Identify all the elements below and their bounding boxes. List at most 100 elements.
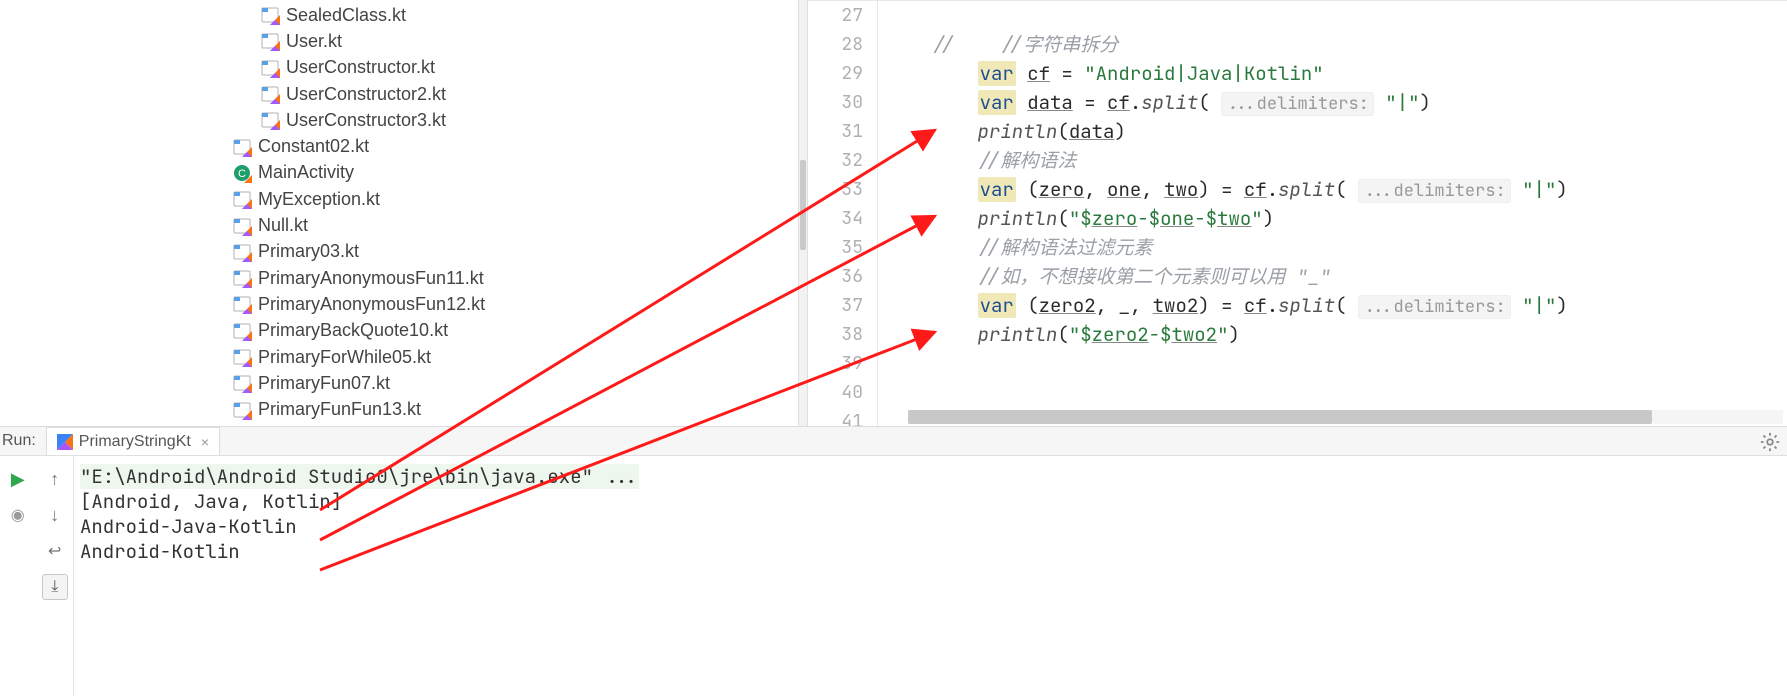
tree-file-label: MyException.kt xyxy=(258,189,380,210)
tree-file-row[interactable]: User.kt xyxy=(0,28,798,54)
run-toolwindow-header: Run: PrimaryStringKt × xyxy=(0,426,1787,456)
code-editor[interactable]: 272829303132333435363738394041 // //字符串拆… xyxy=(808,0,1787,426)
code-line[interactable] xyxy=(904,378,1787,407)
editor-horizontal-thumb[interactable] xyxy=(908,410,1652,424)
console-command-line: "E:\Android\Android Studio0\jre\bin\java… xyxy=(80,464,1781,489)
line-number: 33 xyxy=(808,175,863,204)
tree-file-label: PrimaryAnonymousFun11.kt xyxy=(258,268,484,289)
code-line[interactable]: //解构语法过滤元素 xyxy=(904,233,1787,262)
kotlin-file-icon xyxy=(260,5,280,25)
run-toolbar: ▶ ◉ ↑ ↓ ↩ ⤓ xyxy=(0,456,74,696)
tree-file-row[interactable]: MyException.kt xyxy=(0,186,798,212)
code-line[interactable]: // //字符串拆分 xyxy=(904,30,1787,59)
tree-file-label: PrimaryFunFun13.kt xyxy=(258,399,421,420)
tree-file-label: Null.kt xyxy=(258,215,308,236)
tree-file-row[interactable]: Constant02.kt xyxy=(0,133,798,159)
tree-file-row[interactable]: PrimaryAnonymousFun11.kt xyxy=(0,265,798,291)
run-label: Run: xyxy=(0,432,46,450)
kotlin-file-icon xyxy=(232,189,252,209)
run-tab-label: PrimaryStringKt xyxy=(79,433,191,451)
tree-file-row[interactable]: SealedClass.kt xyxy=(0,2,798,28)
tree-file-label: UserConstructor.kt xyxy=(286,57,435,78)
tree-file-row[interactable]: PrimaryAnonymousFun12.kt xyxy=(0,291,798,317)
tree-file-row[interactable]: C MainActivity xyxy=(0,160,798,186)
code-area[interactable]: // //字符串拆分 var cf = "Android|Java|Kotlin… xyxy=(878,1,1787,426)
up-arrow-icon[interactable]: ↑ xyxy=(42,466,68,492)
line-number-gutter: 272829303132333435363738394041 xyxy=(808,1,878,426)
tree-file-row[interactable]: PrimaryForWhile05.kt xyxy=(0,344,798,370)
line-number: 31 xyxy=(808,117,863,146)
tree-file-row[interactable]: UserConstructor2.kt xyxy=(0,81,798,107)
tree-file-row[interactable]: PrimaryFun07.kt xyxy=(0,370,798,396)
camera-icon[interactable]: ◉ xyxy=(5,502,31,528)
console-output-line: [Android, Java, Kotlin] xyxy=(80,489,1781,514)
tree-file-label: SealedClass.kt xyxy=(286,5,406,26)
kotlin-file-icon xyxy=(232,400,252,420)
tree-file-row[interactable]: PrimaryBackQuote10.kt xyxy=(0,318,798,344)
code-line[interactable]: var (zero2, _, two2) = cf.split( ...deli… xyxy=(904,291,1787,320)
tree-file-label: PrimaryBackQuote10.kt xyxy=(258,320,448,341)
tree-file-row[interactable]: PrimaryFunFun13.kt xyxy=(0,396,798,422)
line-number: 35 xyxy=(808,233,863,262)
line-number: 40 xyxy=(808,378,863,407)
line-number: 34 xyxy=(808,204,863,233)
line-number: 28 xyxy=(808,30,863,59)
tree-file-label: UserConstructor2.kt xyxy=(286,84,446,105)
console-output-line: Android-Java-Kotlin xyxy=(80,514,1781,539)
svg-text:C: C xyxy=(238,168,246,180)
code-line[interactable]: println("$zero-$one-$two") xyxy=(904,204,1787,233)
tree-file-label: PrimaryFun07.kt xyxy=(258,373,390,394)
scroll-to-end-icon[interactable]: ⤓ xyxy=(42,574,68,600)
kotlin-file-icon xyxy=(232,347,252,367)
line-number: 32 xyxy=(808,146,863,175)
run-toolwindow-body: ▶ ◉ ↑ ↓ ↩ ⤓ "E:\Android\Android Studio0\… xyxy=(0,456,1787,696)
line-number: 30 xyxy=(808,88,863,117)
run-tab[interactable]: PrimaryStringKt × xyxy=(46,427,220,455)
tree-file-label: PrimaryForWhile05.kt xyxy=(258,347,431,368)
soft-wrap-icon[interactable]: ↩ xyxy=(42,538,68,564)
code-line[interactable]: println("$zero2-$two2") xyxy=(904,320,1787,349)
code-line[interactable]: println(data) xyxy=(904,117,1787,146)
code-line[interactable]: var cf = "Android|Java|Kotlin" xyxy=(904,59,1787,88)
kotlin-file-icon xyxy=(232,268,252,288)
code-line[interactable]: //如，不想接收第二个元素则可以用 "_" xyxy=(904,262,1787,291)
code-line[interactable] xyxy=(904,349,1787,378)
tree-file-label: Primary03.kt xyxy=(258,241,359,262)
gear-icon[interactable] xyxy=(1759,431,1781,453)
code-line[interactable]: var data = cf.split( ...delimiters: "|") xyxy=(904,88,1787,117)
tree-file-label: User.kt xyxy=(286,31,342,52)
kotlin-file-icon xyxy=(232,242,252,262)
kotlin-file-icon xyxy=(232,294,252,314)
code-line[interactable]: //解构语法 xyxy=(904,146,1787,175)
tree-file-label: UserConstructor3.kt xyxy=(286,110,446,131)
kotlin-icon xyxy=(57,434,73,450)
line-number: 39 xyxy=(808,349,863,378)
tree-file-row[interactable]: UserConstructor3.kt xyxy=(0,107,798,133)
tree-file-row[interactable]: Null.kt xyxy=(0,212,798,238)
run-button[interactable]: ▶ xyxy=(5,466,31,492)
down-arrow-icon[interactable]: ↓ xyxy=(42,502,68,528)
kotlin-file-icon xyxy=(260,110,280,130)
code-line[interactable] xyxy=(904,1,1787,30)
tree-file-label: PrimaryAnonymousFun12.kt xyxy=(258,294,485,315)
line-number: 27 xyxy=(808,1,863,30)
close-icon[interactable]: × xyxy=(197,434,209,450)
editor-horizontal-scrollbar[interactable] xyxy=(908,410,1783,424)
tree-scrollbar[interactable] xyxy=(798,0,808,426)
project-tree[interactable]: SealedClass.kt User.kt UserConstructor.k… xyxy=(0,0,798,426)
kotlin-file-icon xyxy=(232,373,252,393)
line-number: 37 xyxy=(808,291,863,320)
tree-file-row[interactable]: UserConstructor.kt xyxy=(0,55,798,81)
tree-file-label: Constant02.kt xyxy=(258,136,369,157)
tree-file-label: MainActivity xyxy=(258,162,354,183)
kotlin-file-icon xyxy=(232,321,252,341)
tree-scrollbar-thumb[interactable] xyxy=(800,160,806,250)
kotlin-file-icon xyxy=(232,137,252,157)
kotlin-file-icon xyxy=(260,58,280,78)
kotlin-file-icon xyxy=(232,216,252,236)
console-output-line: Android-Kotlin xyxy=(80,539,1781,564)
code-line[interactable]: var (zero, one, two) = cf.split( ...deli… xyxy=(904,175,1787,204)
line-number: 38 xyxy=(808,320,863,349)
console-output[interactable]: "E:\Android\Android Studio0\jre\bin\java… xyxy=(74,456,1787,696)
tree-file-row[interactable]: Primary03.kt xyxy=(0,239,798,265)
